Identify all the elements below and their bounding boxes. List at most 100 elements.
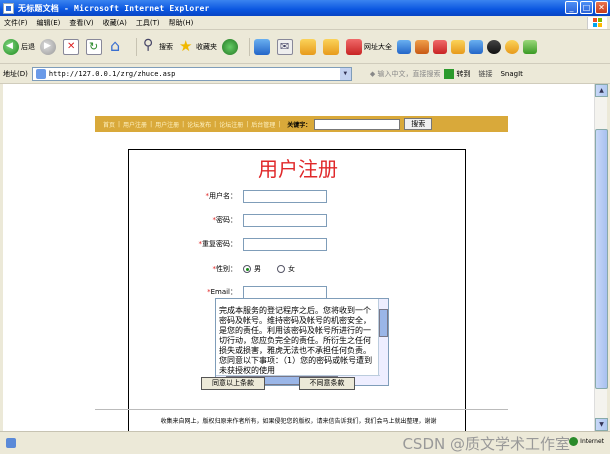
plugin-icon[interactable] bbox=[469, 39, 483, 54]
window-title: 无标题文档 - Microsoft Internet Explorer bbox=[18, 3, 210, 13]
print-button[interactable] bbox=[300, 38, 318, 55]
media-icon bbox=[222, 38, 238, 55]
username-input[interactable] bbox=[243, 189, 327, 203]
folder-button[interactable] bbox=[323, 38, 341, 55]
go-button[interactable]: 转到 bbox=[456, 69, 470, 79]
email-input[interactable] bbox=[243, 285, 327, 299]
zone-label: Internet bbox=[580, 438, 604, 445]
registration-form: 用户注册 *用户名： *密码： *重复密码： *性别： 男 女 *Email： … bbox=[128, 149, 466, 431]
disagree-button[interactable]: 不同意条款 bbox=[299, 377, 355, 390]
mail-button[interactable] bbox=[277, 38, 295, 55]
plugin-icon[interactable] bbox=[433, 39, 447, 54]
window-controls: _ □ ✕ bbox=[565, 1, 608, 14]
forward-button[interactable] bbox=[40, 38, 58, 55]
address-input[interactable]: http://127.0.0.1/zrg/zhuce.asp ▼ bbox=[31, 66, 352, 81]
stop-button[interactable] bbox=[63, 38, 81, 55]
minimize-button[interactable]: _ bbox=[565, 1, 578, 14]
gender-label: 性别： bbox=[216, 265, 237, 273]
nav-item-forum-register[interactable]: 论坛注册 bbox=[219, 120, 243, 129]
go-arrow-icon[interactable] bbox=[444, 68, 455, 79]
star-icon bbox=[178, 37, 194, 55]
address-url: http://127.0.0.1/zrg/zhuce.asp bbox=[48, 69, 176, 78]
windows-logo-icon bbox=[587, 17, 607, 29]
stop-icon bbox=[63, 38, 79, 55]
ie-page-icon bbox=[3, 2, 14, 14]
plugin-icon[interactable] bbox=[505, 39, 519, 54]
sites-label: 网址大全 bbox=[364, 42, 392, 51]
plugin-icon[interactable] bbox=[487, 39, 501, 54]
search-icon bbox=[141, 37, 157, 55]
confirm-password-row: *重复密码： bbox=[129, 237, 327, 251]
snagit-button[interactable]: SnagIt bbox=[500, 70, 522, 78]
agree-button[interactable]: 同意以上条款 bbox=[201, 377, 265, 390]
chevron-down-icon[interactable]: ▼ bbox=[339, 67, 351, 80]
terms-vertical-scrollbar[interactable] bbox=[378, 299, 388, 385]
back-label: 后退 bbox=[21, 42, 35, 51]
terms-text: 完成本服务的登记程序之后。您将收到一个密码及帐号。维持密码及帐号的机密安全，是您… bbox=[219, 306, 373, 375]
plugin-icon[interactable] bbox=[451, 39, 465, 54]
scroll-down-icon[interactable]: ▼ bbox=[595, 418, 608, 431]
nav-item-admin[interactable]: 后台管理 bbox=[251, 120, 275, 129]
maximize-button[interactable]: □ bbox=[580, 1, 593, 14]
media-button[interactable] bbox=[222, 38, 240, 55]
favorites-label: 收藏夹 bbox=[196, 42, 217, 51]
watermark-text: CSDN @质文学术工作室 bbox=[402, 435, 570, 453]
form-title: 用户注册 bbox=[258, 157, 338, 181]
confirm-password-input[interactable] bbox=[243, 237, 327, 251]
plugin-icon[interactable] bbox=[397, 39, 411, 54]
nav-item-register-2[interactable]: 用户注册 bbox=[155, 120, 179, 129]
history-button[interactable] bbox=[254, 38, 272, 55]
keyword-label: 关键字： bbox=[287, 121, 312, 129]
gender-male-radio[interactable] bbox=[243, 265, 251, 273]
refresh-button[interactable] bbox=[86, 38, 104, 55]
menu-favorites[interactable]: 收藏(A) bbox=[103, 18, 127, 28]
search-label: 搜索 bbox=[159, 42, 173, 51]
plugin-icon[interactable] bbox=[523, 39, 537, 54]
refresh-icon bbox=[86, 38, 102, 55]
keyword-search-button[interactable]: 搜索 bbox=[404, 118, 433, 130]
password-row: *密码： bbox=[129, 213, 327, 227]
scroll-thumb[interactable] bbox=[379, 309, 388, 337]
toolbar-separator bbox=[249, 37, 250, 56]
password-input[interactable] bbox=[243, 213, 327, 227]
gender-male-label: 男 bbox=[254, 265, 261, 273]
page-icon bbox=[35, 68, 46, 79]
search-hint[interactable]: ◆ 输入中文，直接搜索 bbox=[370, 69, 441, 79]
menu-view[interactable]: 查看(V) bbox=[69, 18, 93, 28]
search-button[interactable]: 搜索 bbox=[141, 37, 173, 55]
print-icon bbox=[300, 38, 316, 55]
favorites-button[interactable]: 收藏夹 bbox=[178, 37, 217, 55]
address-label: 地址(D) bbox=[3, 69, 28, 78]
security-zone: Internet bbox=[569, 437, 604, 446]
footer-divider bbox=[95, 409, 508, 410]
sites-button[interactable]: 网址大全 bbox=[346, 38, 392, 55]
page-status-icon bbox=[6, 438, 16, 448]
menu-edit[interactable]: 编辑(E) bbox=[37, 18, 61, 28]
gender-row: *性别： 男 女 bbox=[212, 265, 295, 273]
keyword-input[interactable] bbox=[314, 118, 401, 130]
close-button[interactable]: ✕ bbox=[595, 1, 608, 14]
nav-item-home[interactable]: 首页 bbox=[103, 120, 115, 129]
scroll-up-icon[interactable]: ▲ bbox=[595, 84, 608, 97]
menu-tools[interactable]: 工具(T) bbox=[136, 18, 160, 28]
menu-help[interactable]: 帮助(H) bbox=[169, 18, 194, 28]
page-viewport: 首页 | 用户注册 | 用户注册 | 论坛发布 | 论坛注册 | 后台管理 | … bbox=[3, 84, 594, 431]
mail-icon bbox=[277, 38, 293, 55]
links-button[interactable]: 链接 bbox=[478, 69, 492, 79]
page-scrollbar[interactable]: ▲ ▼ bbox=[594, 84, 608, 431]
terms-textarea[interactable]: 完成本服务的登记程序之后。您将收到一个密码及帐号。维持密码及帐号的机密安全，是您… bbox=[215, 298, 389, 386]
back-button[interactable]: 后退 bbox=[3, 38, 35, 55]
nav-item-register[interactable]: 用户注册 bbox=[123, 120, 147, 129]
forward-arrow-icon bbox=[40, 38, 56, 55]
plugin-icon[interactable] bbox=[415, 39, 429, 54]
toolbar-separator bbox=[136, 37, 137, 56]
sites-icon bbox=[346, 38, 362, 55]
page-scroll-thumb[interactable] bbox=[595, 129, 608, 389]
home-button[interactable] bbox=[109, 36, 127, 55]
site-nav-bar: 首页 | 用户注册 | 用户注册 | 论坛发布 | 论坛注册 | 后台管理 | … bbox=[95, 116, 508, 132]
nav-item-forum-post[interactable]: 论坛发布 bbox=[187, 120, 211, 129]
address-bar: 地址(D) http://127.0.0.1/zrg/zhuce.asp ▼ ◆… bbox=[0, 64, 610, 84]
menu-file[interactable]: 文件(F) bbox=[4, 18, 28, 28]
username-label: 用户名： bbox=[209, 192, 237, 200]
gender-female-radio[interactable] bbox=[277, 265, 285, 273]
